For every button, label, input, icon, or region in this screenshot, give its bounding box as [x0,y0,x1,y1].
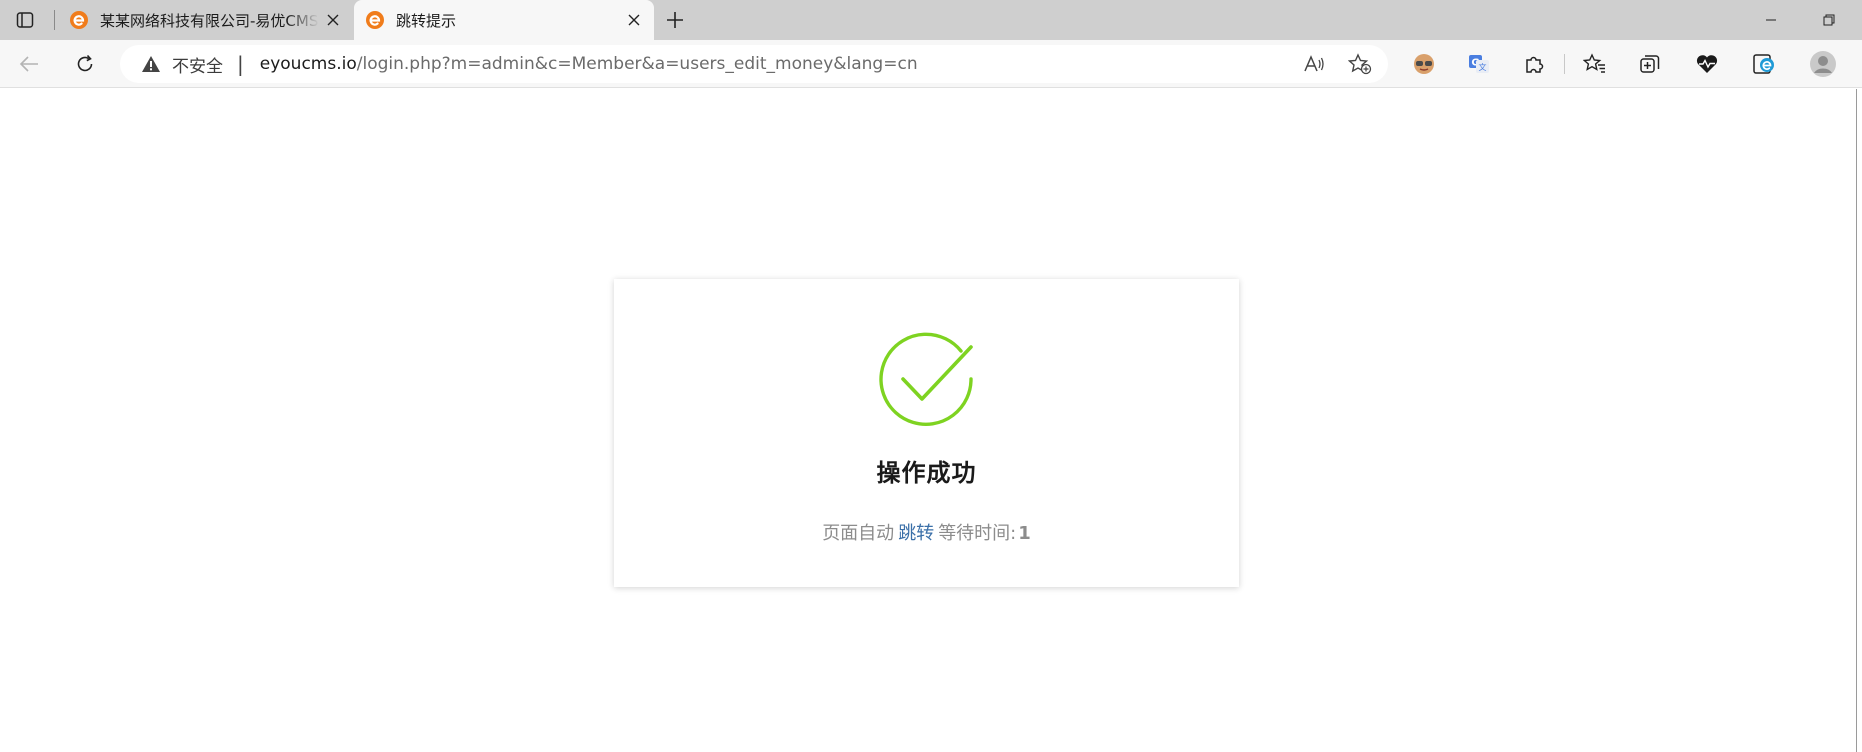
extension-avatar-icon[interactable] [1407,48,1441,80]
url-path: /login.php?m=admin&c=Member&a=users_edit… [356,54,918,74]
read-aloud-icon[interactable] [1300,51,1328,77]
back-arrow-icon[interactable] [12,48,46,80]
address-divider: | [237,52,244,76]
page-title: 操作成功 [876,459,977,487]
redirect-notice-card: 操作成功 页面自动 跳转 等待时间: 1 [614,279,1239,587]
url-domain: eyoucms.io [259,54,357,74]
add-favorite-icon[interactable] [1346,51,1374,77]
address-bar[interactable]: 不安全 | eyoucms.io/login.php?m=admin&c=Mem… [120,45,1388,83]
page-viewport: 操作成功 页面自动 跳转 等待时间: 1 [0,89,1856,752]
tab-title: 跳转提示 [396,11,457,30]
eyoucms-logo-icon [68,9,90,31]
close-icon[interactable] [319,6,347,34]
extensions-puzzle-icon[interactable] [1517,48,1551,80]
collections-icon[interactable] [1633,48,1667,80]
tab-active[interactable]: 跳转提示 [354,0,654,40]
wait-label: 等待时间: [938,523,1017,544]
tab-inactive[interactable]: 某某网络科技有限公司-易优CMS [58,0,353,40]
svg-text:文: 文 [1479,62,1487,72]
tab-strip: 某某网络科技有限公司-易优CMS 跳转提示 [0,0,1862,40]
minimize-icon[interactable] [1746,0,1796,40]
wait-seconds: 1 [1018,523,1031,544]
eyoucms-logo-icon [364,9,386,31]
tab-title: 某某网络科技有限公司-易优CMS [100,11,319,30]
favorites-icon[interactable] [1578,48,1612,80]
profile-avatar-icon[interactable] [1806,48,1840,80]
toolbar-divider [1564,54,1565,74]
edge-ie-mode-icon[interactable] [1747,48,1781,80]
warning-icon[interactable] [140,53,162,75]
refresh-icon[interactable] [68,48,102,80]
tab-actions-icon[interactable] [10,6,40,34]
new-tab-icon[interactable] [660,6,690,34]
browser-essentials-heart-icon[interactable] [1690,48,1724,80]
browser-toolbar: 不安全 | eyoucms.io/login.php?m=admin&c=Mem… [0,40,1862,88]
jump-link[interactable]: 跳转 [898,523,934,544]
success-check-icon [879,332,973,426]
restore-icon[interactable] [1804,0,1854,40]
redirect-message: 页面自动 跳转 等待时间: 1 [614,519,1239,545]
tab-separator [54,10,55,30]
close-icon[interactable] [620,6,648,34]
window-right-edge [1856,89,1862,752]
security-status-label[interactable]: 不安全 [172,52,223,77]
url-text[interactable]: eyoucms.io/login.php?m=admin&c=Member&a=… [260,54,918,74]
message-prefix: 页面自动 [822,523,895,544]
translate-icon[interactable]: G 文 [1462,48,1496,80]
